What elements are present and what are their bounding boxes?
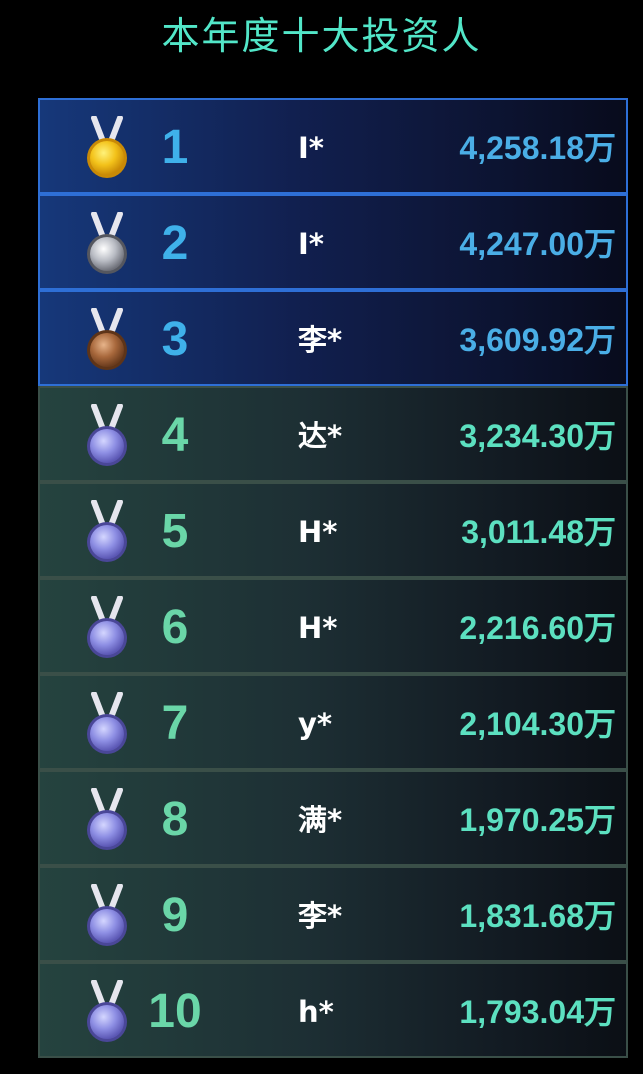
investor-name: 李* [298,323,343,357]
purple-medal-icon [87,692,127,754]
rank-number: 6 [161,601,189,654]
investor-name: 达* [298,419,343,453]
rank-number: 9 [161,889,189,942]
rank-number: 3 [161,313,189,366]
ranking-row-10: 10 h* 1,793.04万 [38,962,628,1058]
rank-number: 8 [161,793,189,846]
investor-name: I* [298,227,324,261]
purple-medal-icon [87,980,127,1042]
ranking-row-4: 4 达* 3,234.30万 [38,386,628,482]
ranking-row-3: 3 李* 3,609.92万 [38,290,628,386]
rank-number: 2 [161,217,189,270]
investor-name: y* [298,707,333,741]
investment-amount: 2,216.60万 [459,610,616,646]
purple-medal-icon [87,500,127,562]
purple-medal-icon [87,404,127,466]
investment-amount: 4,258.18万 [459,130,616,166]
investment-amount: 1,970.25万 [459,802,616,838]
investor-ranking-list: 1 I* 4,258.18万 2 I* 4,247.00万 3 李* 3,609… [38,98,628,1058]
bronze-medal-icon [87,308,127,370]
purple-medal-icon [87,788,127,850]
rank-number: 5 [161,505,189,558]
ranking-row-6: 6 H* 2,216.60万 [38,578,628,674]
investment-amount: 1,793.04万 [459,994,616,1030]
ranking-row-1: 1 I* 4,258.18万 [38,98,628,194]
ranking-row-7: 7 y* 2,104.30万 [38,674,628,770]
ranking-row-2: 2 I* 4,247.00万 [38,194,628,290]
ranking-row-8: 8 满* 1,970.25万 [38,770,628,866]
investor-name: 满* [298,803,343,837]
ranking-row-9: 9 李* 1,831.68万 [38,866,628,962]
investor-name: h* [298,995,334,1029]
ranking-row-5: 5 H* 3,011.48万 [38,482,628,578]
investor-name: H* [298,515,338,549]
purple-medal-icon [87,884,127,946]
gold-medal-icon [87,116,127,178]
investment-amount: 3,609.92万 [459,322,616,358]
rank-number: 10 [148,985,202,1038]
investor-name: I* [298,131,324,165]
rank-number: 4 [161,409,189,462]
investment-amount: 3,011.48万 [461,514,616,550]
investor-name: H* [298,611,338,645]
investment-amount: 1,831.68万 [459,898,616,934]
rank-number: 7 [161,697,189,750]
page-title: 本年度十大投资人 [161,14,482,58]
investment-amount: 4,247.00万 [459,226,616,262]
investor-name: 李* [298,899,343,933]
investment-amount: 2,104.30万 [459,706,616,742]
silver-medal-icon [87,212,127,274]
investment-amount: 3,234.30万 [459,418,616,454]
rank-number: 1 [161,121,189,174]
purple-medal-icon [87,596,127,658]
